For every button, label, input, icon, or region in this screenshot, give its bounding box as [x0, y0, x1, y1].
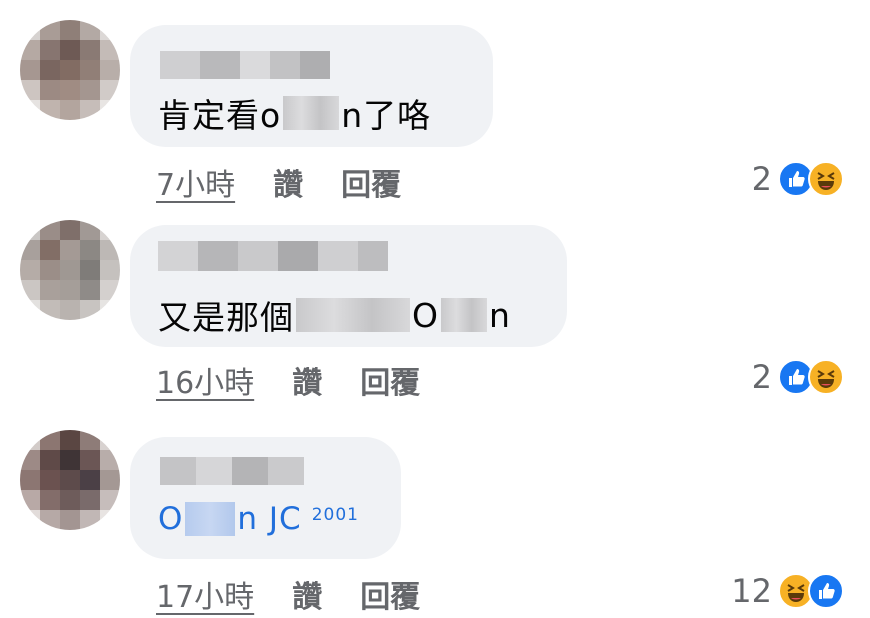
- comment-actions: 17小時 讚 回覆: [156, 572, 420, 616]
- like-button[interactable]: 讚: [292, 358, 322, 402]
- reply-button[interactable]: 回覆: [341, 160, 401, 204]
- reaction-count: 2: [751, 160, 772, 198]
- like-icon: [808, 573, 844, 609]
- avatar[interactable]: [20, 430, 120, 530]
- comment-text: 肯定看o n了咯: [158, 96, 432, 135]
- comment-time-link[interactable]: 17小時: [156, 572, 254, 616]
- avatar[interactable]: [20, 20, 120, 120]
- reaction-count: 12: [731, 572, 772, 610]
- comment-time-link[interactable]: 16小時: [156, 358, 254, 402]
- comment-actions: 16小時 讚 回覆: [156, 358, 420, 402]
- comment-text: 又是那個 On: [158, 295, 511, 338]
- comment-bubble: On JC 2001: [130, 437, 401, 559]
- like-button[interactable]: 讚: [273, 160, 303, 204]
- reply-button[interactable]: 回覆: [360, 358, 420, 402]
- author-name[interactable]: [158, 241, 388, 271]
- reaction-summary[interactable]: 12: [731, 572, 844, 610]
- like-button[interactable]: 讚: [292, 572, 322, 616]
- reaction-summary[interactable]: 2: [752, 160, 844, 198]
- reaction-summary[interactable]: 2: [752, 358, 844, 396]
- haha-icon: [808, 359, 844, 395]
- comment-time-link[interactable]: 7小時: [156, 160, 235, 204]
- comment-bubble: 肯定看o n了咯: [130, 25, 493, 147]
- reply-button[interactable]: 回覆: [360, 572, 420, 616]
- avatar[interactable]: [20, 220, 120, 320]
- author-name[interactable]: [160, 51, 330, 79]
- reaction-count: 2: [751, 358, 772, 396]
- author-name[interactable]: [160, 457, 304, 485]
- haha-icon: [808, 161, 844, 197]
- comment-text-link[interactable]: On JC 2001: [158, 501, 359, 537]
- comment-bubble: 又是那個 On: [130, 225, 567, 347]
- comment-actions: 7小時 讚 回覆: [156, 160, 401, 204]
